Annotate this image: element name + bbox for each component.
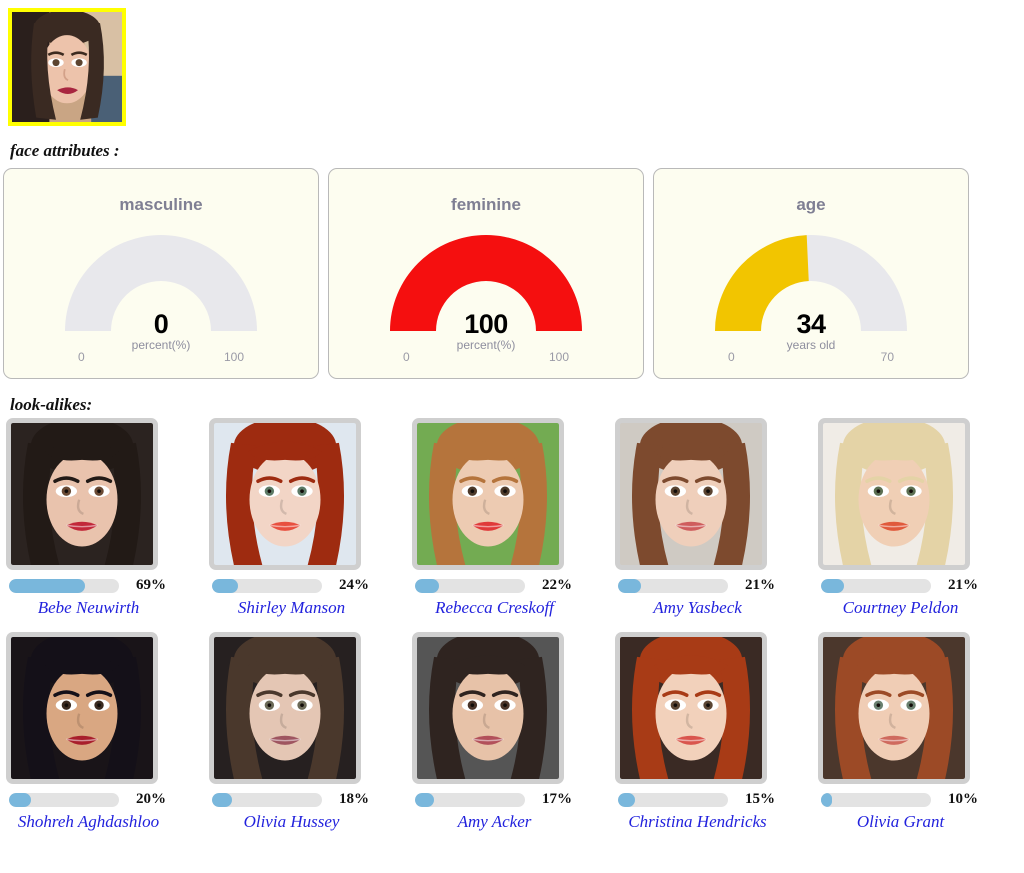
lookalike-face-photo	[417, 423, 559, 565]
query-face-photo	[12, 12, 122, 122]
lookalike-score: 17%	[412, 791, 577, 809]
gauge-max-masculine: 100	[223, 350, 244, 364]
lookalike-face-photo	[11, 637, 153, 779]
lookalike-name-link[interactable]: Amy Acker	[412, 812, 577, 832]
gauge-max-age: 70	[880, 350, 894, 364]
similarity-percent-label: 20%	[136, 791, 166, 807]
gauge-value-age: 34	[796, 309, 826, 339]
gauge-unit-age: years old	[786, 338, 836, 352]
lookalike-score: 21%	[818, 577, 983, 595]
lookalike-card[interactable]: 21% Amy Yasbeck	[615, 418, 815, 618]
lookalike-face-photo	[214, 637, 356, 779]
lookalikes-heading: look-alikes:	[10, 395, 93, 414]
gauge-value-feminine: 100	[464, 309, 508, 339]
lookalike-face-photo	[11, 423, 153, 565]
similarity-percent-label: 69%	[136, 577, 166, 593]
lookalike-name-link[interactable]: Amy Yasbeck	[615, 598, 780, 618]
lookalike-name-link[interactable]: Christina Hendricks	[615, 812, 780, 832]
lookalike-name-link[interactable]: Courtney Peldon	[818, 598, 983, 618]
gauge-min-age: 0	[728, 350, 735, 364]
lookalike-card[interactable]: 21% Courtney Peldon	[818, 418, 1018, 618]
similarity-percent-label: 18%	[339, 791, 369, 807]
lookalike-card[interactable]: 22% Rebecca Creskoff	[412, 418, 612, 618]
lookalike-thumbnail-frame[interactable]	[615, 418, 767, 570]
lookalike-score: 20%	[6, 791, 171, 809]
lookalike-card[interactable]: 69% Bebe Neuwirth	[6, 418, 206, 618]
lookalike-thumbnail-frame[interactable]	[412, 418, 564, 570]
lookalike-score: 18%	[209, 791, 374, 809]
lookalike-name-link[interactable]: Olivia Hussey	[209, 812, 374, 832]
lookalike-name-link[interactable]: Shohreh Aghdashloo	[6, 812, 171, 832]
lookalike-face-photo	[417, 637, 559, 779]
lookalike-name-link[interactable]: Olivia Grant	[818, 812, 983, 832]
lookalike-face-photo	[823, 637, 965, 779]
lookalike-face-photo	[620, 637, 762, 779]
similarity-percent-label: 17%	[542, 791, 572, 807]
lookalike-score: 69%	[6, 577, 171, 595]
lookalike-thumbnail-frame[interactable]	[6, 418, 158, 570]
gauge-title-masculine: masculine	[119, 195, 203, 214]
gauge-panel-feminine: feminine 100 percent(%) 0 100	[328, 168, 644, 379]
lookalike-score: 10%	[818, 791, 983, 809]
gauge-title-feminine: feminine	[451, 195, 521, 214]
lookalike-score: 21%	[615, 577, 780, 595]
face-attributes-heading: face attributes :	[10, 141, 120, 160]
similarity-percent-label: 21%	[948, 577, 978, 593]
lookalike-thumbnail-frame[interactable]	[818, 418, 970, 570]
lookalike-card[interactable]: 20% Shohreh Aghdashloo	[6, 632, 206, 832]
gauge-min-masculine: 0	[78, 350, 85, 364]
lookalike-thumbnail-frame[interactable]	[209, 418, 361, 570]
gauge-unit-masculine: percent(%)	[131, 338, 191, 352]
gauge-max-feminine: 100	[548, 350, 569, 364]
gauge-unit-feminine: percent(%)	[456, 338, 516, 352]
lookalike-card[interactable]: 17% Amy Acker	[412, 632, 612, 832]
gauge-value-masculine: 0	[153, 309, 169, 339]
lookalike-card[interactable]: 18% Olivia Hussey	[209, 632, 409, 832]
lookalike-thumbnail-frame[interactable]	[209, 632, 361, 784]
gauge-title-age: age	[796, 195, 826, 214]
face-attributes-gauges: masculine 0 percent(%) 0 100 feminine 10…	[3, 168, 1021, 381]
lookalike-name-link[interactable]: Rebecca Creskoff	[412, 598, 577, 618]
lookalike-card[interactable]: 24% Shirley Manson	[209, 418, 409, 618]
lookalike-score: 24%	[209, 577, 374, 595]
lookalikes-grid: 69% Bebe Neuwirth 24% Shirley Manson 22%…	[0, 418, 1024, 846]
lookalike-name-link[interactable]: Bebe Neuwirth	[6, 598, 171, 618]
lookalikes-row: 69% Bebe Neuwirth 24% Shirley Manson 22%…	[0, 418, 1024, 632]
lookalike-thumbnail-frame[interactable]	[6, 632, 158, 784]
lookalike-thumbnail-frame[interactable]	[615, 632, 767, 784]
lookalike-face-photo	[214, 423, 356, 565]
similarity-percent-label: 22%	[542, 577, 572, 593]
lookalikes-row: 20% Shohreh Aghdashloo 18% Olivia Hussey…	[0, 632, 1024, 846]
lookalike-thumbnail-frame[interactable]	[412, 632, 564, 784]
lookalike-card[interactable]: 10% Olivia Grant	[818, 632, 1018, 832]
similarity-percent-label: 24%	[339, 577, 369, 593]
lookalike-score: 22%	[412, 577, 577, 595]
lookalike-score: 15%	[615, 791, 780, 809]
similarity-percent-label: 21%	[745, 577, 775, 593]
gauge-panel-masculine: masculine 0 percent(%) 0 100	[3, 168, 319, 379]
lookalike-face-photo	[620, 423, 762, 565]
query-face-photo-frame	[8, 8, 126, 126]
gauge-panel-age: age 34 years old 0 70	[653, 168, 969, 379]
similarity-percent-label: 10%	[948, 791, 978, 807]
lookalike-name-link[interactable]: Shirley Manson	[209, 598, 374, 618]
lookalike-card[interactable]: 15% Christina Hendricks	[615, 632, 815, 832]
similarity-percent-label: 15%	[745, 791, 775, 807]
lookalike-face-photo	[823, 423, 965, 565]
gauge-min-feminine: 0	[403, 350, 410, 364]
lookalike-thumbnail-frame[interactable]	[818, 632, 970, 784]
